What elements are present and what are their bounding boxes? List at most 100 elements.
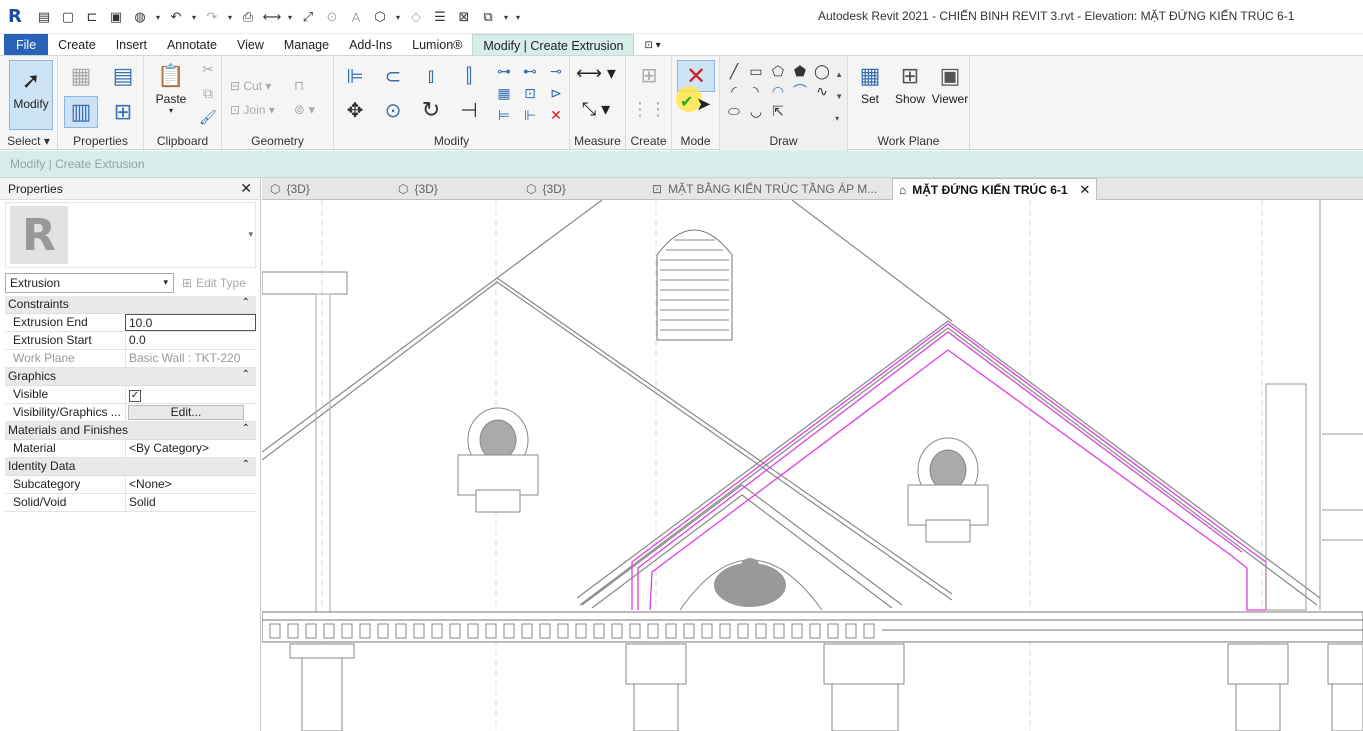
match-properties-icon[interactable]: 🖌 xyxy=(198,108,218,126)
open-icon[interactable]: ▤ xyxy=(34,8,54,26)
measure-dropdown-icon[interactable]: ▾ xyxy=(286,8,294,26)
show-work-plane-button[interactable]: ⊞ Show xyxy=(892,60,928,106)
partial-ellipse-icon[interactable]: ◡ xyxy=(746,102,766,120)
tag-icon[interactable]: ⊙ xyxy=(322,8,342,26)
cut-icon[interactable]: ✂ xyxy=(198,60,218,78)
delete-icon[interactable]: ✕ xyxy=(546,106,566,124)
trim-extend-icon[interactable]: ⊣ xyxy=(452,94,486,126)
rotate-icon[interactable]: ↻ xyxy=(414,94,448,126)
set-work-plane-button[interactable]: ▦ Set xyxy=(852,60,888,106)
center-ends-arc-icon[interactable]: ◝ xyxy=(746,82,766,100)
chevron-down-icon[interactable]: ▾ xyxy=(248,229,253,240)
type-properties-icon[interactable]: ▦ xyxy=(64,60,98,92)
undo-dropdown-icon[interactable]: ▾ xyxy=(190,8,198,26)
close-hidden-windows-icon[interactable]: ⊠ xyxy=(454,8,474,26)
switch-windows-icon[interactable]: ⧉ xyxy=(478,8,498,26)
save-icon[interactable]: ▣ xyxy=(106,8,126,26)
solid-void-value[interactable]: Solid xyxy=(125,494,256,511)
aligned-dimension-tool-icon[interactable]: ⤡ ▾ xyxy=(576,98,616,120)
view-tab-3d[interactable]: ⬡ {3D} xyxy=(520,178,572,200)
property-row[interactable]: Visibility/Graphics ... Edit... xyxy=(5,404,256,422)
folder-open-icon[interactable]: ⊏ xyxy=(82,8,102,26)
tab-annotate[interactable]: Annotate xyxy=(157,34,227,56)
trim-icon[interactable]: ⊨ xyxy=(494,106,514,124)
material-value[interactable]: <By Category> xyxy=(125,440,256,457)
draw-expand-icon[interactable]: ▾ xyxy=(835,108,843,130)
properties-icon[interactable]: ▥ xyxy=(64,96,98,128)
wall-joins-icon[interactable]: ⊓ xyxy=(294,74,315,98)
category-identity-data[interactable]: Identity Data ⌃ xyxy=(5,458,256,476)
print-icon[interactable]: ⎙ xyxy=(238,8,258,26)
circumscribed-polygon-icon[interactable]: ⬟ xyxy=(790,62,810,80)
section-icon[interactable]: ◇ xyxy=(406,8,426,26)
new-icon[interactable]: ▢ xyxy=(58,8,78,26)
circle-icon[interactable]: ◯ xyxy=(812,62,832,80)
create-similar-icon[interactable]: ⋮⋮ xyxy=(631,94,667,124)
visible-checkbox[interactable]: ✓ xyxy=(129,390,141,402)
align-icon[interactable]: ⊫ xyxy=(338,60,372,92)
drawing-canvas[interactable] xyxy=(262,200,1363,731)
tab-manage[interactable]: Manage xyxy=(274,34,339,56)
property-row[interactable]: Extrusion End 10.0 xyxy=(5,314,256,332)
tab-add-ins[interactable]: Add-Ins xyxy=(339,34,402,56)
split-face-icon[interactable]: ⊚ ▾ xyxy=(294,98,315,122)
extrusion-start-input[interactable]: 0.0 xyxy=(125,332,256,349)
paste-button[interactable]: 📋 Paste ▾ xyxy=(150,60,192,115)
measure-icon[interactable]: ⟷ xyxy=(262,8,282,26)
move-icon[interactable]: ✥ xyxy=(338,94,372,126)
property-row[interactable]: Subcategory <None> xyxy=(5,476,256,494)
switch-windows-dropdown-icon[interactable]: ▾ xyxy=(502,8,510,26)
family-category-icon[interactable]: ⊞ xyxy=(106,96,140,128)
tangent-end-arc-icon[interactable]: ◠ xyxy=(768,82,788,100)
property-row[interactable]: Solid/Void Solid xyxy=(5,494,256,512)
view-tab-elevation[interactable]: ⌂ MẶT ĐỨNG KIẾN TRÚC 6-1 ✕ xyxy=(892,178,1098,200)
undo-icon[interactable]: ↶ xyxy=(166,8,186,26)
copy-icon[interactable]: ⧉ xyxy=(198,84,218,102)
ribbon-display-options-icon[interactable]: ⊡ ▾ xyxy=(634,34,670,56)
tab-file[interactable]: File xyxy=(4,34,49,56)
copy-element-icon[interactable]: ⊙ xyxy=(376,94,410,126)
type-selector-preview[interactable]: R ▾ xyxy=(5,202,256,268)
property-row[interactable]: Extrusion Start 0.0 xyxy=(5,332,256,350)
ellipse-icon[interactable]: ⬭ xyxy=(724,102,744,120)
default-3d-view-icon[interactable]: ⬡ xyxy=(370,8,390,26)
unpin-icon[interactable]: ⊸ xyxy=(546,62,566,80)
type-filter-select[interactable]: Extrusion ▾ xyxy=(5,273,174,293)
tab-create[interactable]: Create xyxy=(48,34,106,56)
sync-icon[interactable]: ◍ xyxy=(130,8,150,26)
family-types-icon[interactable]: ▤ xyxy=(106,60,140,92)
view-tab-3d[interactable]: ⬡ {3D} xyxy=(264,178,316,200)
revit-logo-icon[interactable]: R xyxy=(8,6,22,27)
edit-type-button[interactable]: ⊞ Edit Type xyxy=(182,276,246,290)
visibility-edit-button[interactable]: Edit... xyxy=(128,405,244,420)
subcategory-value[interactable]: <None> xyxy=(125,476,256,493)
modify-button[interactable]: ➚ Modify xyxy=(9,60,53,130)
close-icon[interactable]: ✕ xyxy=(1080,182,1091,198)
tab-view[interactable]: View xyxy=(227,34,274,56)
property-row[interactable]: Visible ✓ xyxy=(5,386,256,404)
text-icon[interactable]: A xyxy=(346,8,366,26)
fillet-arc-icon[interactable]: ⌒ xyxy=(790,82,810,100)
mirror-draw-axis-icon[interactable]: ⫿ xyxy=(452,60,486,92)
close-icon[interactable]: ✕ xyxy=(240,180,252,197)
mirror-pick-axis-icon[interactable]: ⫾ xyxy=(414,60,448,92)
view-tab-floor-plan[interactable]: ⊡ MẶT BẰNG KIẾN TRÚC TẦNG ÁP M... xyxy=(646,178,883,200)
redo-dropdown-icon[interactable]: ▾ xyxy=(226,8,234,26)
rectangle-icon[interactable]: ▭ xyxy=(746,62,766,80)
spline-icon[interactable]: ∿ xyxy=(812,82,832,100)
tab-modify-create-extrusion[interactable]: Modify | Create Extrusion xyxy=(472,34,635,56)
array-icon[interactable]: ▦ xyxy=(494,84,514,102)
finish-edit-mode-icon[interactable]: ✔ xyxy=(680,92,693,112)
draw-scroll-up-icon[interactable]: ▲ xyxy=(835,64,843,86)
split-with-gap-icon[interactable]: ⊷ xyxy=(520,62,540,80)
select-dropdown[interactable]: Select ▾ xyxy=(0,134,57,148)
tab-insert[interactable]: Insert xyxy=(106,34,157,56)
measure-between-icon[interactable]: ⟷ ▾ xyxy=(576,62,616,84)
work-plane-viewer-button[interactable]: ▣ Viewer xyxy=(930,60,970,106)
extend-icon[interactable]: ⊩ xyxy=(520,106,540,124)
start-end-radius-arc-icon[interactable]: ◜ xyxy=(724,82,744,100)
inscribed-polygon-icon[interactable]: ⬠ xyxy=(768,62,788,80)
property-row[interactable]: Material <By Category> xyxy=(5,440,256,458)
category-graphics[interactable]: Graphics ⌃ xyxy=(5,368,256,386)
cut-geometry-button[interactable]: ⊟ Cut ▾ xyxy=(230,74,275,98)
